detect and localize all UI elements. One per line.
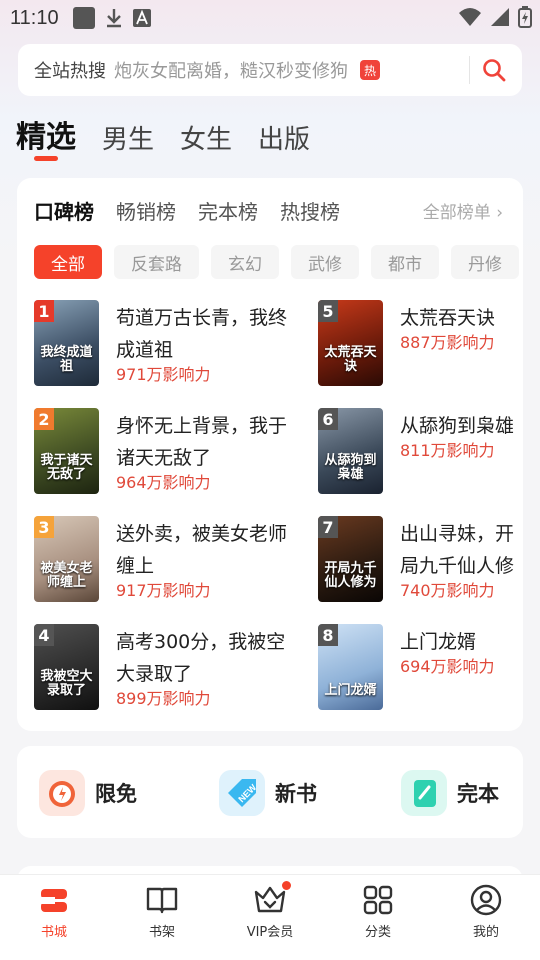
- nav-vip[interactable]: VIP会员: [216, 875, 324, 960]
- notification-dot: [282, 881, 291, 890]
- chip-urban[interactable]: 都市: [371, 245, 439, 279]
- cover-title: 上门龙婿: [324, 683, 377, 698]
- cover-title: 我终成道祖: [40, 345, 93, 374]
- nav-bookshelf[interactable]: 书架: [108, 875, 216, 960]
- cover-title: 我于诸天无敌了: [40, 453, 93, 482]
- nav-bookstore[interactable]: 书城: [0, 875, 108, 960]
- all-lists-link[interactable]: 全部榜单 ›: [423, 198, 503, 223]
- book-cover[interactable]: 开局九千仙人修为 7: [318, 516, 383, 602]
- book-item[interactable]: 太荒吞天诀 5 太荒吞天诀 887万影响力: [318, 300, 523, 390]
- active-tab-indicator: [34, 156, 58, 161]
- rank-badge: 7: [318, 516, 338, 538]
- new-books-button[interactable]: NEW 新书: [219, 770, 317, 816]
- chip-martial[interactable]: 武修: [291, 245, 359, 279]
- feature-shortcuts: 限免 NEW 新书 完本: [17, 746, 523, 838]
- rank-badge: 5: [318, 300, 338, 322]
- hot-badge: 热: [360, 60, 380, 80]
- search-placeholder[interactable]: 炮灰女配离婚，糙汉秒变修狗: [114, 57, 348, 83]
- book-title[interactable]: 身怀无上背景，我于诸天无敌了: [116, 410, 291, 474]
- main-tabs: 精选 男生 女生 出版: [16, 112, 310, 156]
- cover-title: 从舔狗到枭雄: [324, 453, 377, 482]
- timer-icon: [39, 770, 85, 816]
- cover-title: 我被空大录取了: [40, 669, 93, 698]
- book-title[interactable]: 出山寻妹，开局九千仙人修为: [400, 518, 523, 582]
- book-complete-icon: [401, 770, 447, 816]
- nav-category[interactable]: 分类: [324, 875, 432, 960]
- rank-badge: 8: [318, 624, 338, 646]
- search-icon[interactable]: [482, 58, 506, 82]
- book-item[interactable]: 被美女老师缠上 3 送外卖，被美女老师缠上 917万影响力: [34, 516, 287, 606]
- chip-all[interactable]: 全部: [34, 245, 102, 279]
- status-bar: 11:10: [0, 0, 540, 36]
- book-item[interactable]: 我于诸天无敌了 2 身怀无上背景，我于诸天无敌了 964万影响力: [34, 408, 287, 498]
- category-grid-icon: [363, 885, 393, 915]
- font-a-icon: [132, 9, 151, 27]
- book-cover[interactable]: 被美女老师缠上 3: [34, 516, 99, 602]
- wifi-icon: [459, 8, 481, 26]
- book-item[interactable]: 上门龙婿 8 上门龙婿 694万影响力: [318, 624, 523, 714]
- chip-anti-routine[interactable]: 反套路: [114, 245, 199, 279]
- genre-chips: 全部 反套路 玄幻 武修 都市 丹修: [34, 245, 519, 279]
- chip-alchemy[interactable]: 丹修: [451, 245, 519, 279]
- book-item[interactable]: 我终成道祖 1 苟道万古长青，我终成道祖 971万影响力: [34, 300, 287, 390]
- book-cover[interactable]: 我终成道祖 1: [34, 300, 99, 386]
- rank-badge: 3: [34, 516, 54, 538]
- download-icon: [106, 9, 121, 28]
- book-title[interactable]: 苟道万古长青，我终成道祖: [116, 302, 291, 366]
- book-influence: 694万影响力: [400, 657, 495, 676]
- completed-books-button[interactable]: 完本: [401, 770, 499, 816]
- book-cover[interactable]: 我于诸天无敌了 2: [34, 408, 99, 494]
- bookstore-icon: [39, 889, 67, 912]
- rank-badge: 2: [34, 408, 54, 430]
- book-cover[interactable]: 太荒吞天诀 5: [318, 300, 383, 386]
- book-influence: 887万影响力: [400, 333, 495, 352]
- book-influence: 964万影响力: [116, 473, 211, 492]
- book-title[interactable]: 高考300分，我被空大录取了: [116, 626, 291, 690]
- book-item[interactable]: 我被空大录取了 4 高考300分，我被空大录取了 899万影响力: [34, 624, 285, 714]
- book-title[interactable]: 送外卖，被美女老师缠上: [116, 518, 291, 582]
- cover-title: 太荒吞天诀: [324, 345, 377, 374]
- book-influence: 917万影响力: [116, 581, 211, 600]
- tab-published[interactable]: 出版: [258, 119, 310, 156]
- book-cover[interactable]: 上门龙婿 8: [318, 624, 383, 710]
- free-limited-button[interactable]: 限免: [39, 770, 137, 816]
- tab-female[interactable]: 女生: [180, 119, 232, 156]
- book-item[interactable]: 从舔狗到枭雄 6 从舔狗到枭雄 811万影响力: [318, 408, 523, 498]
- rank-badge: 1: [34, 300, 54, 322]
- tab-bestseller[interactable]: 畅销榜: [116, 196, 176, 225]
- chip-fantasy[interactable]: 玄幻: [211, 245, 279, 279]
- battery-icon: [518, 6, 532, 28]
- status-time: 11:10: [10, 6, 59, 29]
- tab-hot-search[interactable]: 热搜榜: [280, 196, 340, 225]
- cover-title: 开局九千仙人修为: [324, 561, 377, 590]
- book-influence: 971万影响力: [116, 365, 211, 384]
- book-influence: 811万影响力: [400, 441, 495, 460]
- bottom-nav: 书城 书架 VIP会员 分类 我的: [0, 874, 540, 960]
- signal-icon: [491, 8, 509, 26]
- book-influence: 899万影响力: [116, 689, 211, 708]
- rank-badge: 4: [34, 624, 54, 646]
- profile-icon: [470, 884, 502, 916]
- search-bar[interactable]: 全站热搜 炮灰女配离婚，糙汉秒变修狗 热: [18, 44, 522, 96]
- tab-completed[interactable]: 完本榜: [198, 196, 258, 225]
- tab-reputation[interactable]: 口碑榜: [34, 196, 94, 225]
- search-label: 全站热搜: [34, 61, 106, 82]
- new-tag-icon: NEW: [219, 770, 265, 816]
- ranking-tabs: 口碑榜 畅销榜 完本榜 热搜榜: [34, 196, 340, 225]
- cover-title: 被美女老师缠上: [40, 561, 93, 590]
- book-influence: 740万影响力: [400, 581, 495, 600]
- notification-square-icon: [72, 7, 95, 29]
- book-item[interactable]: 开局九千仙人修为 7 出山寻妹，开局九千仙人修为740万影响力: [318, 516, 523, 606]
- book-cover[interactable]: 我被空大录取了 4: [34, 624, 99, 710]
- tab-male[interactable]: 男生: [102, 119, 154, 156]
- bookshelf-icon: [146, 887, 178, 914]
- nav-profile[interactable]: 我的: [432, 875, 540, 960]
- book-cover[interactable]: 从舔狗到枭雄 6: [318, 408, 383, 494]
- ranking-card: 口碑榜 畅销榜 完本榜 热搜榜 全部榜单 › 全部 反套路 玄幻 武修 都市 丹…: [17, 178, 523, 731]
- rank-badge: 6: [318, 408, 338, 430]
- tab-featured[interactable]: 精选: [16, 112, 76, 156]
